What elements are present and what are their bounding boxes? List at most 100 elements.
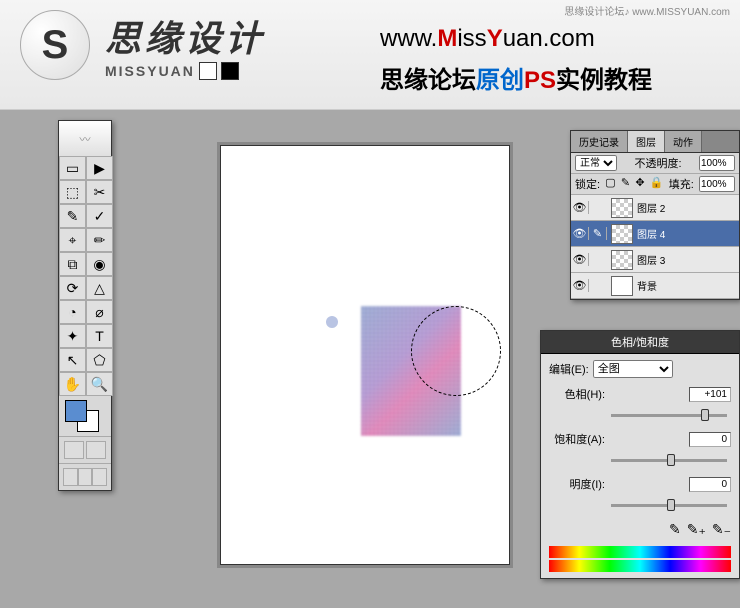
layer-thumb[interactable] <box>611 276 633 296</box>
layer-name: 背景 <box>637 278 657 293</box>
tool-11[interactable]: △ <box>86 276 113 300</box>
tool-6[interactable]: ⌖ <box>59 228 86 252</box>
url-iss: iss <box>457 25 486 52</box>
light-slider[interactable] <box>611 504 727 507</box>
tool-7[interactable]: ✏ <box>86 228 113 252</box>
tab-layers[interactable]: 图层 <box>628 131 665 152</box>
layer-row-0[interactable]: 👁 图层 2 <box>571 195 739 221</box>
hue-handle[interactable] <box>701 409 709 421</box>
tool-2[interactable]: ⬚ <box>59 180 86 204</box>
url-uan: uan <box>503 25 543 52</box>
tool-19[interactable]: 🔍 <box>86 372 113 396</box>
hs-body: 编辑(E): 全图 色相(H): +101 饱和度(A): 0 明度(I): 0… <box>541 354 739 578</box>
visibility-icon[interactable]: 👁 <box>571 279 589 292</box>
quickmask-row <box>59 436 111 463</box>
lock-position-icon[interactable]: ✥ <box>635 176 644 192</box>
tool-12[interactable]: ◔ <box>59 300 86 324</box>
tool-grid: ▭▶⬚✂✎✓⌖✏⧉◉⟳△◔⌀✦T↖⬠✋🔍 <box>59 156 111 396</box>
screen-mode-1[interactable] <box>63 468 78 486</box>
sat-row: 饱和度(A): 0 <box>549 431 731 447</box>
layers-tabs: 历史记录 图层 动作 <box>571 131 739 153</box>
lock-pixels-icon[interactable]: ✎ <box>621 176 630 192</box>
corner-credit: 思缘设计论坛♪ www.MISSYUAN.com <box>564 3 730 18</box>
tool-5[interactable]: ✓ <box>86 204 113 228</box>
tool-13[interactable]: ⌀ <box>86 300 113 324</box>
tool-14[interactable]: ✦ <box>59 324 86 348</box>
tool-8[interactable]: ⧉ <box>59 252 86 276</box>
tool-3[interactable]: ✂ <box>86 180 113 204</box>
hue-slider[interactable] <box>611 414 727 417</box>
brush-preview[interactable]: 〰 <box>59 121 111 156</box>
st-p3: PS <box>524 67 556 94</box>
opacity-input[interactable] <box>699 155 735 171</box>
layer-thumb[interactable] <box>611 198 633 218</box>
edit-select[interactable]: 全图 <box>593 360 673 378</box>
tool-4[interactable]: ✎ <box>59 204 86 228</box>
eyedropper-icon[interactable]: ✎ <box>669 521 681 538</box>
hue-strip-bottom <box>549 560 731 572</box>
lock-label: 锁定: <box>575 176 600 192</box>
canvas[interactable] <box>220 145 510 565</box>
url-text: www.MissYuan.com <box>380 25 595 53</box>
color-swatch <box>59 396 111 436</box>
tab-actions[interactable]: 动作 <box>665 131 702 152</box>
light-row: 明度(I): 0 <box>549 476 731 492</box>
cn-title: 思缘设计 <box>105 10 265 62</box>
url-www: www. <box>380 25 437 52</box>
hs-title: 色相/饱和度 <box>541 331 739 354</box>
fill-input[interactable] <box>699 176 735 192</box>
quickmask-button[interactable] <box>86 441 106 459</box>
hs-edit-row: 编辑(E): 全图 <box>549 360 731 378</box>
layer-thumb[interactable] <box>611 250 633 270</box>
tool-9[interactable]: ◉ <box>86 252 113 276</box>
tool-10[interactable]: ⟳ <box>59 276 86 300</box>
hue-value[interactable]: +101 <box>689 387 731 402</box>
light-label: 明度(I): <box>549 476 605 492</box>
layer-list: 👁图层 2👁✎图层 4👁图层 3👁背景 <box>571 195 739 299</box>
tab-history[interactable]: 历史记录 <box>571 131 628 152</box>
layer-row-3[interactable]: 👁 背景 <box>571 273 739 299</box>
tool-16[interactable]: ↖ <box>59 348 86 372</box>
light-handle[interactable] <box>667 499 675 511</box>
layers-panel: 历史记录 图层 动作 正常 不透明度: 锁定: ▢ ✎ ✥ 🔒 填充: 👁图层 … <box>570 130 740 300</box>
foreground-color[interactable] <box>65 400 87 422</box>
screen-mode-2[interactable] <box>78 468 93 486</box>
visibility-icon[interactable]: 👁 <box>571 201 589 214</box>
st-p2: 原创 <box>476 67 524 94</box>
st-p1: 思缘论坛 <box>380 67 476 94</box>
tool-1[interactable]: ▶ <box>86 156 113 180</box>
swatch-black <box>221 62 239 80</box>
paint-dot <box>326 316 338 328</box>
tool-18[interactable]: ✋ <box>59 372 86 396</box>
st-p4: 实例教程 <box>556 67 652 94</box>
tool-15[interactable]: T <box>86 324 113 348</box>
eyedropper-plus-icon[interactable]: ✎₊ <box>687 521 706 538</box>
sat-value[interactable]: 0 <box>689 432 731 447</box>
layer-options-row2: 锁定: ▢ ✎ ✥ 🔒 填充: <box>571 174 739 195</box>
fill-label: 填充: <box>669 176 694 192</box>
layer-row-1[interactable]: 👁✎图层 4 <box>571 221 739 247</box>
tool-0[interactable]: ▭ <box>59 156 86 180</box>
tool-17[interactable]: ⬠ <box>86 348 113 372</box>
visibility-icon[interactable]: 👁 <box>571 227 589 240</box>
lock-transparent-icon[interactable]: ▢ <box>605 176 615 192</box>
subtitle: 思缘论坛原创PS实例教程 <box>380 60 652 95</box>
layer-options-row1: 正常 不透明度: <box>571 153 739 174</box>
eyedropper-minus-icon[interactable]: ✎₋ <box>712 521 731 538</box>
blend-mode-select[interactable]: 正常 <box>575 155 617 171</box>
standard-mode-button[interactable] <box>64 441 84 459</box>
sat-label: 饱和度(A): <box>549 431 605 447</box>
sat-handle[interactable] <box>667 454 675 466</box>
layer-thumb[interactable] <box>611 224 633 244</box>
lock-all-icon[interactable]: 🔒 <box>650 176 664 192</box>
sat-slider[interactable] <box>611 459 727 462</box>
layer-name: 图层 2 <box>637 200 665 215</box>
screen-mode-3[interactable] <box>92 468 107 486</box>
light-value[interactable]: 0 <box>689 477 731 492</box>
hue-saturation-panel: 色相/饱和度 编辑(E): 全图 色相(H): +101 饱和度(A): 0 明… <box>540 330 740 579</box>
selection-marquee[interactable] <box>411 306 501 396</box>
layer-row-2[interactable]: 👁图层 3 <box>571 247 739 273</box>
edit-label: 编辑(E): <box>549 361 589 377</box>
visibility-icon[interactable]: 👁 <box>571 253 589 266</box>
link-cell[interactable]: ✎ <box>589 227 607 240</box>
